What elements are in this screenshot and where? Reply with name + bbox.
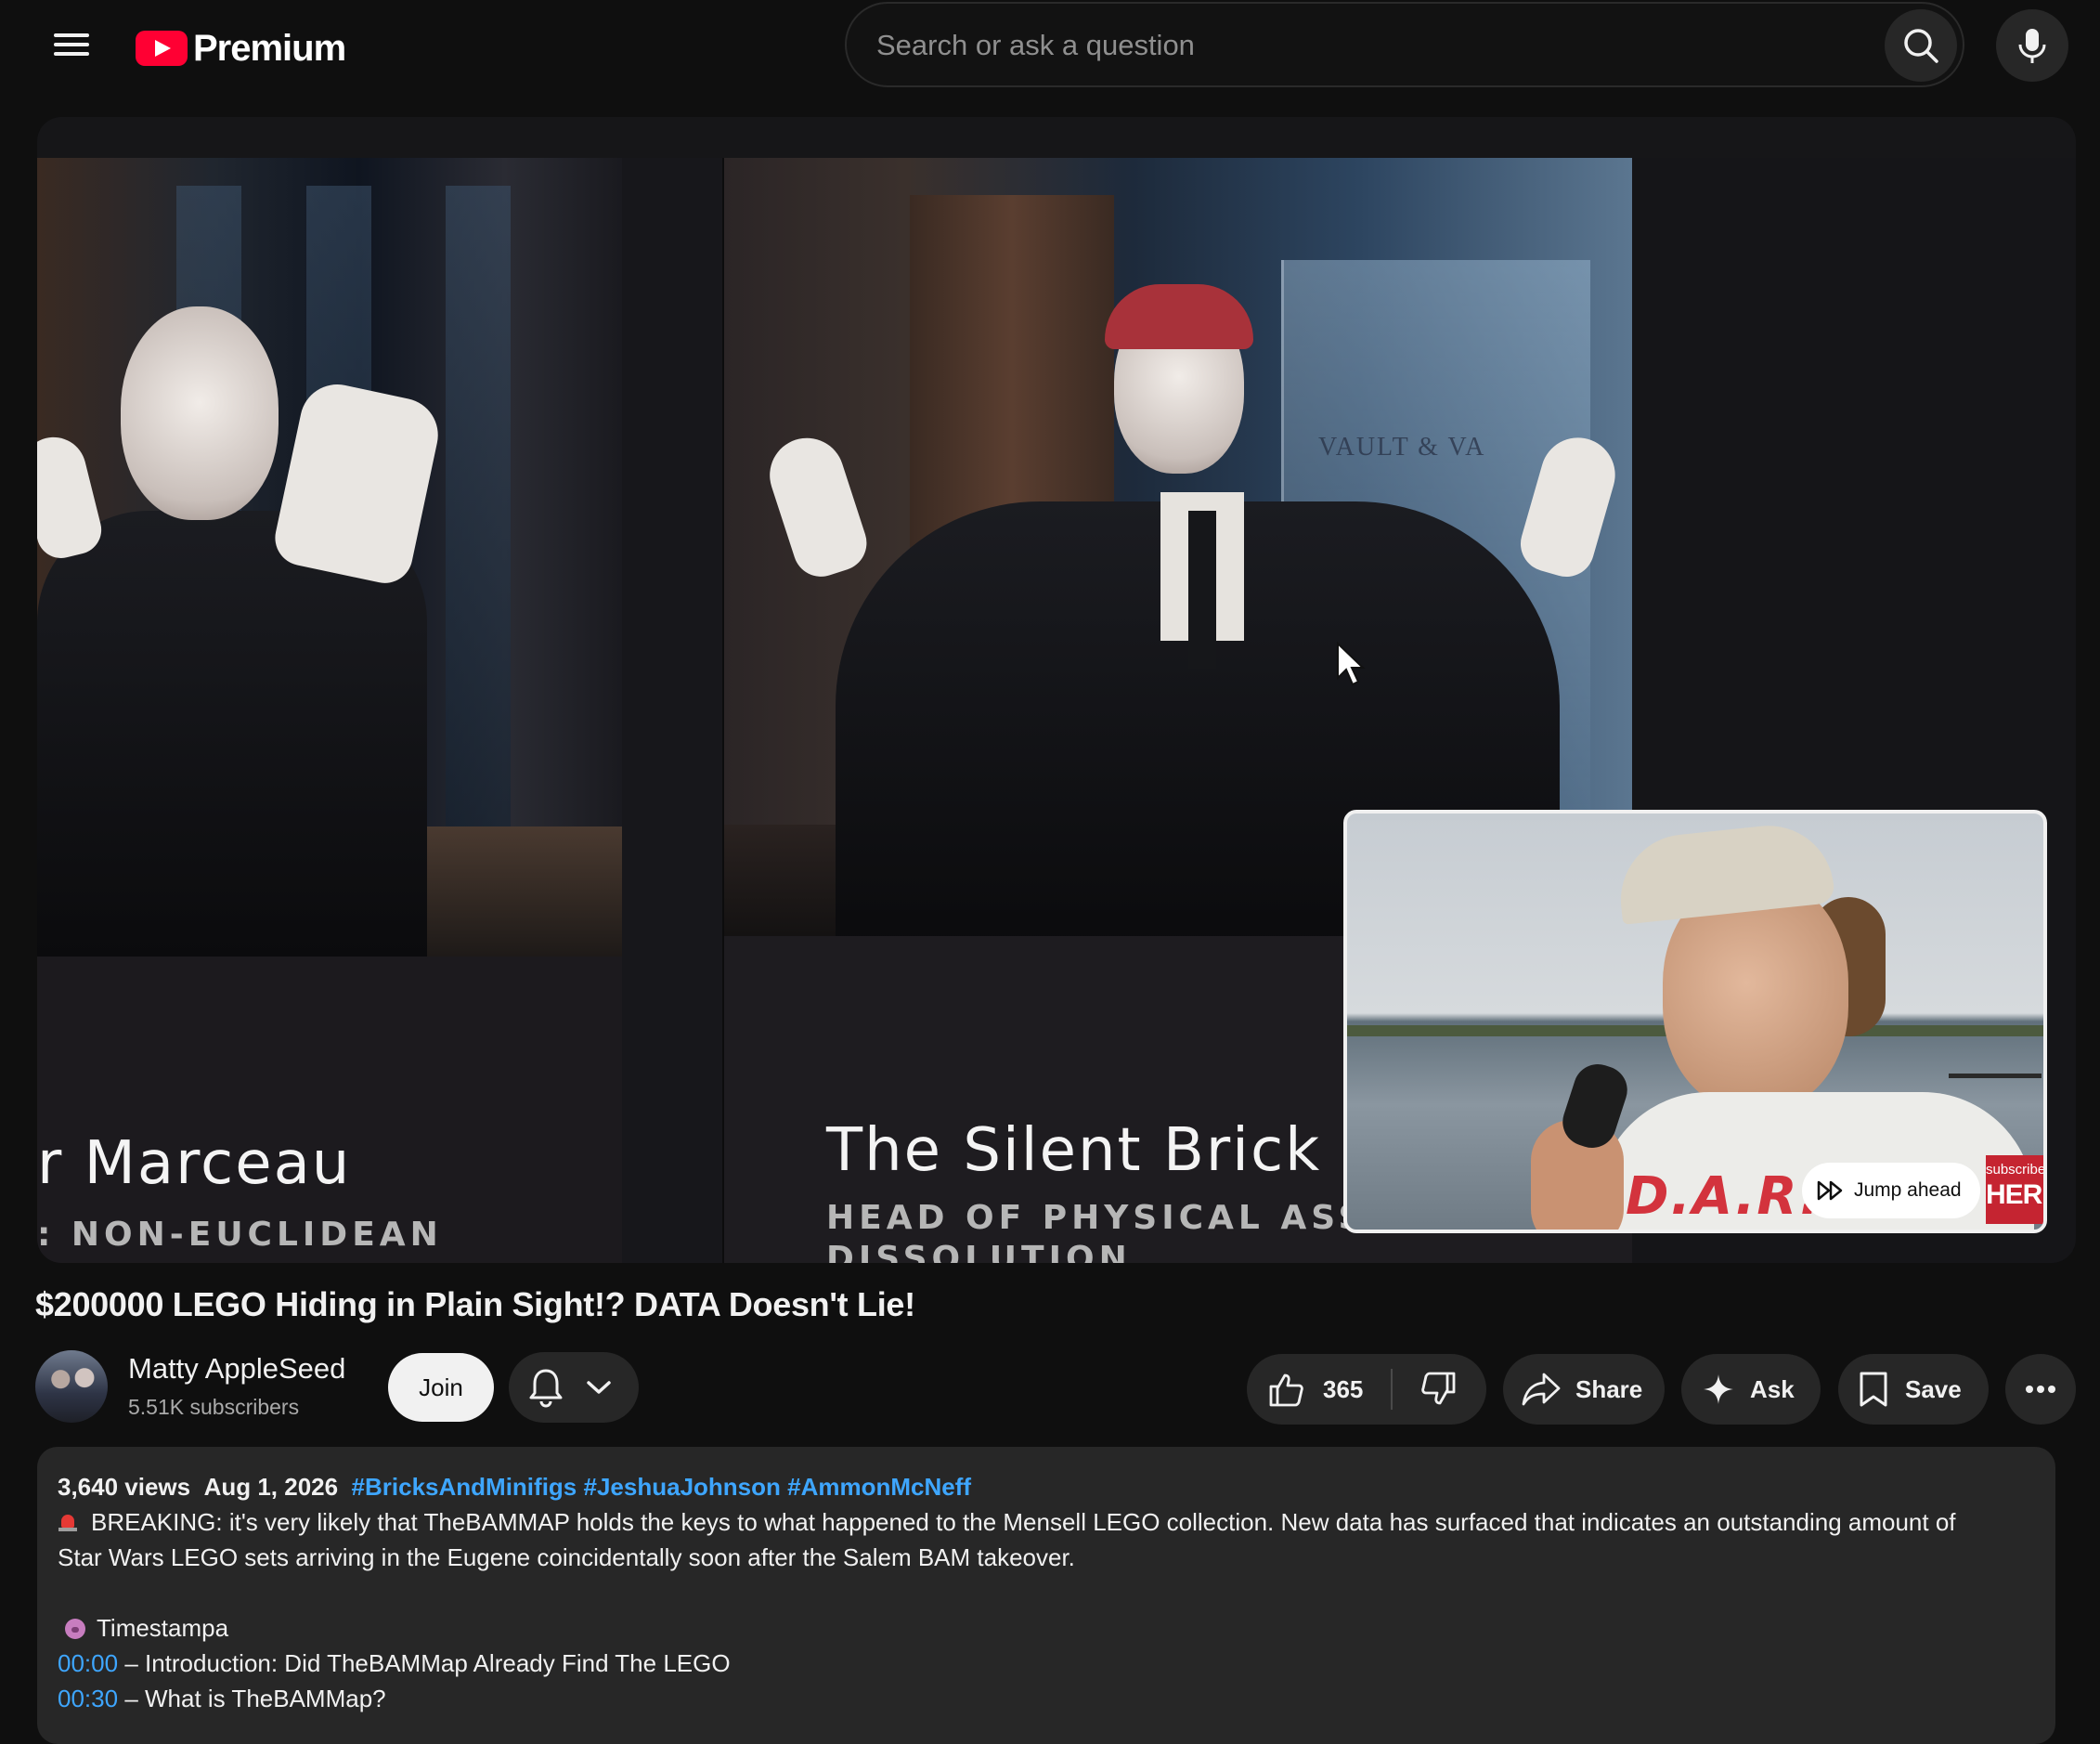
background-sign-text: VAULT & VA [1318, 433, 1486, 462]
right-caption-role-line1: HEAD OF PHYSICAL ASSET [826, 1199, 1422, 1237]
description-text-line: Star Wars LEGO sets arriving in the Euge… [58, 1543, 1075, 1571]
like-button[interactable]: 365 [1247, 1354, 1363, 1425]
timestamp-link[interactable]: 00:00 [58, 1649, 118, 1677]
view-count: 3,640 views [58, 1473, 191, 1501]
timestamp-link[interactable]: 00:30 [58, 1685, 118, 1712]
ask-button[interactable]: Ask [1681, 1354, 1821, 1425]
search-box [845, 2, 1964, 87]
upload-date: Aug 1, 2026 [203, 1473, 339, 1501]
search-button[interactable] [1885, 9, 1957, 82]
sparkle-icon [1704, 1374, 1733, 1404]
youtube-premium-logo[interactable]: Premium [136, 26, 346, 71]
search-icon [1904, 29, 1938, 63]
right-caption-role-line2: DISSOLUTION [826, 1240, 1132, 1263]
siren-emoji-icon [58, 1511, 78, 1533]
share-icon [1522, 1373, 1561, 1406]
chevron-down-icon [587, 1381, 611, 1394]
left-caption-name: r Marceau [37, 1129, 352, 1198]
hashtag-link[interactable]: #BricksAndMinifigs [352, 1473, 577, 1501]
join-button[interactable]: Join [388, 1353, 494, 1422]
save-label: Save [1905, 1374, 1962, 1403]
picture-in-picture-player[interactable]: D.A.R.E Jump ahead subscribe HERE [1343, 810, 2047, 1233]
logo-text: Premium [193, 27, 346, 69]
chapter-line: 00:00 – Introduction: Did TheBAMMap Alre… [58, 1649, 731, 1677]
channel-name[interactable]: Matty AppleSeed [128, 1352, 345, 1386]
voice-search-button[interactable] [1996, 9, 2068, 82]
description-meta-line: 3,640 views Aug 1, 2026 #BricksAndMinifi… [58, 1469, 971, 1504]
subscriber-count: 5.51K subscribers [128, 1395, 300, 1419]
channel-avatar[interactable] [35, 1350, 108, 1423]
share-label: Share [1575, 1374, 1643, 1403]
notification-bell-button[interactable] [509, 1352, 639, 1423]
left-video-scene [37, 158, 622, 957]
player-top-strip [37, 117, 2076, 158]
right-caption-name: The Silent Brick [826, 1116, 1322, 1185]
hamburger-menu-icon[interactable] [48, 28, 95, 65]
like-dislike-group: 365 [1247, 1354, 1486, 1425]
search-input[interactable] [875, 4, 1807, 87]
ask-label: Ask [1750, 1374, 1795, 1403]
mouse-pointer-icon [1337, 641, 1366, 686]
hashtag-link[interactable]: #JeshuaJohnson [584, 1473, 781, 1501]
pig-emoji-icon [65, 1619, 85, 1639]
hashtag-link[interactable]: #AmmonMcNeff [787, 1473, 971, 1501]
save-button[interactable]: Save [1838, 1354, 1989, 1425]
more-actions-button[interactable] [2005, 1354, 2076, 1425]
jump-ahead-button[interactable]: Jump ahead [1802, 1163, 1980, 1218]
subscribe-here-badge: subscribe HERE [1986, 1155, 2043, 1224]
microphone-icon [2018, 29, 2046, 63]
fast-forward-icon [1817, 1180, 1843, 1201]
thumbs-down-icon [1421, 1372, 1456, 1405]
description-text-line: BREAKING: it's very likely that TheBAMMA… [58, 1504, 1956, 1540]
jump-ahead-label: Jump ahead [1854, 1179, 1962, 1201]
video-title: $200000 LEGO Hiding in Plain Sight!? DAT… [35, 1285, 915, 1323]
like-count: 365 [1323, 1374, 1364, 1403]
bell-icon [529, 1369, 563, 1408]
scene-divider [622, 158, 722, 1263]
bookmark-icon [1860, 1372, 1887, 1407]
description-box[interactable]: 3,640 views Aug 1, 2026 #BricksAndMinifi… [37, 1447, 2055, 1744]
timestamps-header: Timestampa [58, 1610, 228, 1646]
share-button[interactable]: Share [1503, 1354, 1665, 1425]
thumbs-up-icon [1269, 1373, 1303, 1407]
more-horizontal-icon [2026, 1386, 2055, 1393]
left-lower-third: r Marceau : NON-EUCLIDEAN [37, 957, 622, 1263]
dislike-button[interactable] [1393, 1354, 1458, 1425]
chapter-line: 00:30 – What is TheBAMMap? [58, 1685, 386, 1712]
left-caption-role: : NON-EUCLIDEAN [37, 1216, 443, 1254]
youtube-play-logo-icon [136, 31, 188, 66]
